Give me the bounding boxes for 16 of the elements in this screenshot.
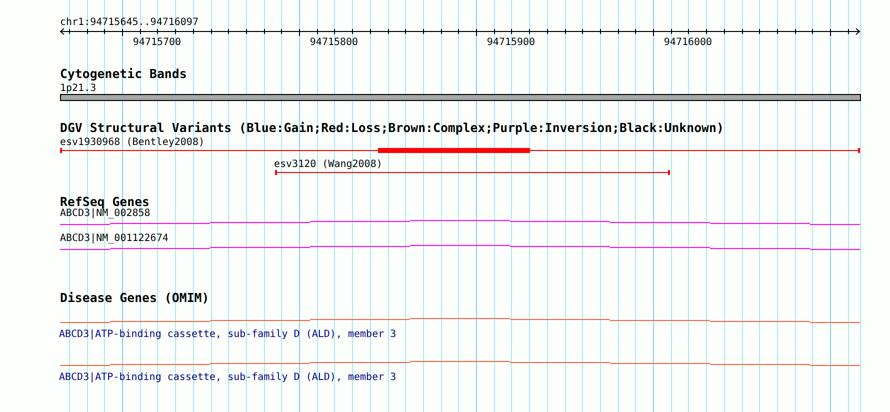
gene-label: ABCD3|NM_002858: [60, 208, 150, 219]
band-label: 1p21.3: [60, 83, 96, 94]
tick-label: 94716000: [664, 37, 712, 48]
track-title: RefSeq Genes: [60, 194, 150, 209]
variant-label: esv3120 (Wang2008): [274, 159, 382, 170]
variant-label: esv1930968 (Bentley2008): [60, 137, 204, 148]
disease-gene-label: ABCD3|ATP-binding cassette, sub-family D (ALD), member 3: [59, 329, 396, 340]
tick-label: 94715900: [486, 37, 536, 48]
disease-gene-label: ABCD3|ATP-binding cassette, sub-family D (ALD), member 3: [59, 372, 396, 383]
track-title: DGV Structural Variants (Blue:Gain;Red:Loss;Brown:Complex;Purple:Inversion;Black:Unknown): [60, 120, 724, 135]
track-title: Cytogenetic Bands: [60, 66, 187, 81]
tick-label: 94715700: [132, 37, 182, 48]
tick-label: 94715800: [310, 37, 358, 48]
region-label: chr1:94715645..94716097: [60, 17, 198, 28]
gene-label: ABCD3|NM_001122674: [60, 233, 168, 244]
track-title: Disease Genes (OMIM): [60, 290, 210, 305]
